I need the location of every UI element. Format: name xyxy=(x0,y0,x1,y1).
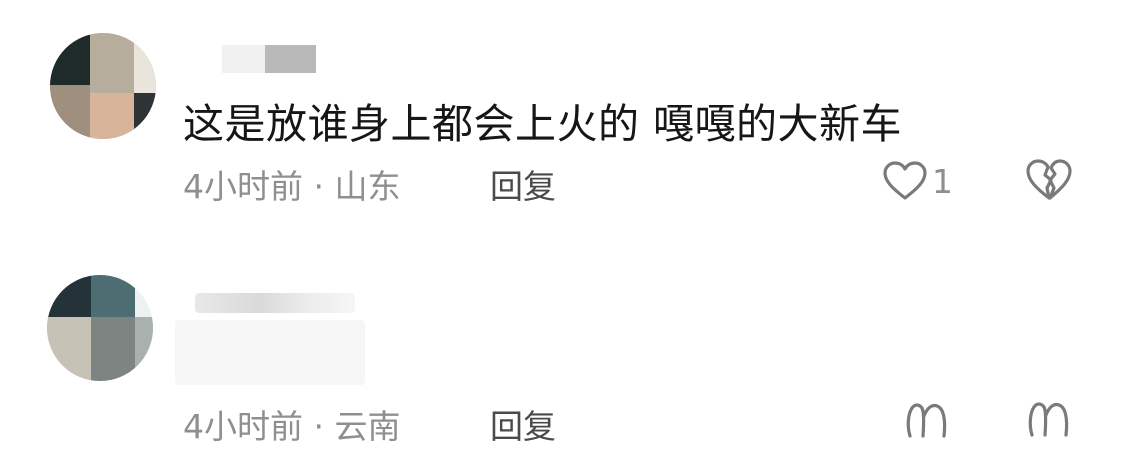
avatar-mosaic-tile xyxy=(50,85,90,139)
avatar-mosaic-tile xyxy=(134,33,156,93)
avatar-mosaic-tile xyxy=(91,275,135,317)
reply-button[interactable]: 回复 xyxy=(490,400,556,448)
comment-location: 山东 xyxy=(334,167,401,206)
broken-heart-icon xyxy=(1028,402,1069,437)
avatar-mosaic-tile xyxy=(134,93,156,139)
comment-item: 4小时前 · 云南 回复 xyxy=(0,235,1125,465)
comment-meta: 4小时前 · 山东 xyxy=(183,160,401,208)
comment-content-redacted xyxy=(175,320,365,385)
avatar-mosaic-tile xyxy=(47,275,91,317)
meta-separator: · xyxy=(313,167,325,206)
dislike-button[interactable] xyxy=(1024,395,1074,443)
avatar[interactable] xyxy=(47,275,153,381)
avatar[interactable] xyxy=(50,33,156,139)
username-redacted[interactable] xyxy=(195,293,355,313)
avatar-mosaic-tile xyxy=(135,317,153,381)
avatar-mosaic-tile xyxy=(90,33,134,93)
like-button[interactable] xyxy=(902,395,952,443)
comment-text: 这是放谁身上都会上火的 嘎嘎的大新车 xyxy=(183,100,903,148)
heart-outline-icon xyxy=(883,161,927,200)
comment-time: 4小时前 xyxy=(183,167,303,206)
comment-location: 云南 xyxy=(334,407,401,446)
comment-meta: 4小时前 · 云南 xyxy=(183,400,401,448)
avatar-mosaic-tile xyxy=(91,317,135,381)
avatar-mosaic-tile xyxy=(50,33,90,85)
comment-item: 这是放谁身上都会上火的 嘎嘎的大新车 4小时前 · 山东 回复 1 xyxy=(0,0,1125,235)
avatar-mosaic-tile xyxy=(135,275,153,317)
heart-outline-icon xyxy=(906,403,947,438)
avatar-mosaic-tile xyxy=(90,93,134,139)
like-count: 1 xyxy=(932,161,953,201)
like-button[interactable]: 1 xyxy=(882,157,953,205)
broken-heart-icon xyxy=(1026,159,1072,200)
meta-separator: · xyxy=(313,407,325,446)
comment-time: 4小时前 xyxy=(183,407,303,446)
avatar-mosaic-tile xyxy=(47,317,91,381)
dislike-button[interactable] xyxy=(1024,157,1074,205)
reply-button[interactable]: 回复 xyxy=(490,160,556,208)
username-redacted[interactable] xyxy=(222,45,316,73)
